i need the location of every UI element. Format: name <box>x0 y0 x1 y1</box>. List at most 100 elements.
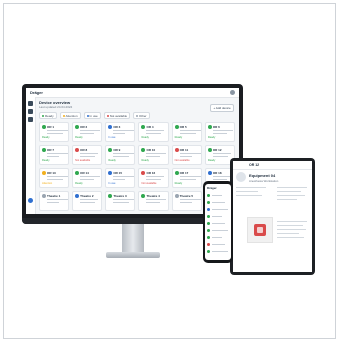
device-card[interactable]: OR 6 Ready <box>204 122 235 142</box>
status-dot-icon <box>141 171 146 175</box>
filter-chip-label: Other <box>139 113 147 118</box>
monitor-stand-foot <box>106 252 160 258</box>
phone-list-item[interactable] <box>207 221 229 227</box>
device-card-status: Attention <box>42 182 53 185</box>
status-dot-icon <box>42 114 44 117</box>
add-device-button[interactable]: + Add device <box>210 104 234 112</box>
device-card[interactable]: OR 3 In use <box>105 122 136 142</box>
status-dot-icon <box>207 250 210 253</box>
help-icon[interactable] <box>28 198 33 203</box>
phone-list-item[interactable] <box>207 235 229 241</box>
device-card-detail <box>179 156 192 158</box>
user-avatar-icon[interactable] <box>230 90 235 95</box>
device-card[interactable]: OR 14 Ready <box>72 168 103 188</box>
device-card-title: OR 11 <box>179 148 189 152</box>
tablet-header-title: OR 12 <box>249 163 260 167</box>
device-card[interactable]: OR 8 Not available <box>72 145 103 165</box>
device-card-detail <box>146 202 161 204</box>
filter-chip[interactable]: In use <box>83 112 101 119</box>
device-card-detail <box>146 176 165 178</box>
status-dot-icon <box>207 171 212 175</box>
detail-line <box>277 195 305 197</box>
phone-list-text <box>212 209 228 211</box>
device-card-detail <box>146 199 167 201</box>
status-dot-icon <box>207 222 210 225</box>
device-card-detail <box>47 153 69 155</box>
phone-list-item[interactable] <box>207 242 229 248</box>
device-card-detail <box>47 176 69 178</box>
device-card-status: Ready <box>75 182 83 185</box>
filter-chip[interactable]: Attention <box>59 112 81 119</box>
device-card-title: OR 4 <box>146 125 154 129</box>
filter-chip-label: Ready <box>45 113 54 118</box>
device-card[interactable]: OR 2 Ready <box>72 122 103 142</box>
device-card-status: In use <box>108 136 116 139</box>
filter-chip-label: Attention <box>65 113 78 118</box>
device-card-title: OR 18 <box>212 171 222 175</box>
device-card-detail <box>80 202 96 204</box>
list-icon[interactable] <box>28 109 33 114</box>
device-card[interactable]: OR 11 Not available <box>171 145 202 165</box>
detail-line <box>277 237 304 239</box>
device-card-detail <box>80 179 95 181</box>
filter-chip[interactable]: Other <box>133 112 150 119</box>
device-card[interactable]: Theatre 2 <box>72 191 103 211</box>
device-card[interactable]: OR 7 Ready <box>39 145 70 165</box>
phone-list-item[interactable] <box>207 207 229 213</box>
status-dot-icon <box>42 194 46 198</box>
device-card-status: Not available <box>75 159 91 162</box>
device-card-title: OR 10 <box>146 148 156 152</box>
device-card[interactable]: OR 9 Ready <box>105 145 136 165</box>
phone-list-item[interactable] <box>207 228 229 234</box>
phone-list-item[interactable] <box>207 200 229 206</box>
device-card-status: Ready <box>174 136 183 139</box>
device-card-title: OR 13 <box>47 171 56 175</box>
device-card[interactable]: OR 1 Ready <box>39 122 70 142</box>
device-card-title: OR 8 <box>80 148 88 152</box>
device-card-title: OR 12 <box>212 148 222 152</box>
app-logo: Dräger <box>30 90 43 95</box>
device-card-title: OR 2 <box>80 125 88 129</box>
device-card-title: OR 3 <box>113 125 121 129</box>
device-card-detail <box>179 179 196 181</box>
settings-icon[interactable] <box>28 117 33 122</box>
status-dot-icon <box>42 171 46 175</box>
detail-line <box>277 199 297 201</box>
device-card-detail <box>80 130 101 132</box>
device-card[interactable]: Theatre 4 <box>138 191 169 211</box>
device-card-title: OR 17 <box>179 171 189 175</box>
device-card-title: OR 14 <box>80 171 89 175</box>
phone-list-item[interactable] <box>207 193 229 199</box>
status-dot-icon <box>42 148 46 152</box>
status-dot-icon <box>174 148 179 152</box>
device-image-detail <box>257 227 263 233</box>
device-card-status: Ready <box>207 136 216 139</box>
phone-list-item[interactable] <box>207 249 229 255</box>
filter-chip[interactable]: Not available <box>103 112 131 119</box>
device-card[interactable]: Theatre 1 <box>39 191 70 211</box>
phone-list-item[interactable] <box>207 214 229 220</box>
filter-chip[interactable]: Ready <box>39 112 57 119</box>
device-card[interactable]: OR 15 In use <box>105 168 136 188</box>
device-card[interactable]: OR 4 Ready <box>138 122 169 142</box>
phone-logo: Dräger <box>207 186 217 190</box>
filter-bar: Ready Attention In use Not available Other <box>39 112 150 119</box>
device-card[interactable]: Theatre 5 <box>171 191 202 211</box>
device-card-status: Ready <box>207 159 216 162</box>
grid-icon[interactable] <box>28 101 33 106</box>
device-card[interactable]: OR 13 Attention <box>39 168 70 188</box>
device-card-detail <box>113 202 130 204</box>
device-card[interactable]: OR 5 Ready <box>171 122 202 142</box>
device-card[interactable]: OR 16 Not available <box>138 168 169 188</box>
device-card-detail <box>113 176 135 178</box>
device-card-detail <box>179 202 192 204</box>
device-card[interactable]: OR 17 Ready <box>171 168 202 188</box>
status-dot-icon <box>75 148 80 152</box>
device-card[interactable]: Theatre 3 <box>105 191 136 211</box>
status-dot-icon <box>106 114 109 117</box>
detail-line <box>236 191 258 193</box>
status-dot-icon <box>108 171 113 175</box>
device-card[interactable]: OR 10 Ready <box>138 145 169 165</box>
device-card-detail <box>146 179 162 181</box>
device-card-detail <box>113 156 130 158</box>
